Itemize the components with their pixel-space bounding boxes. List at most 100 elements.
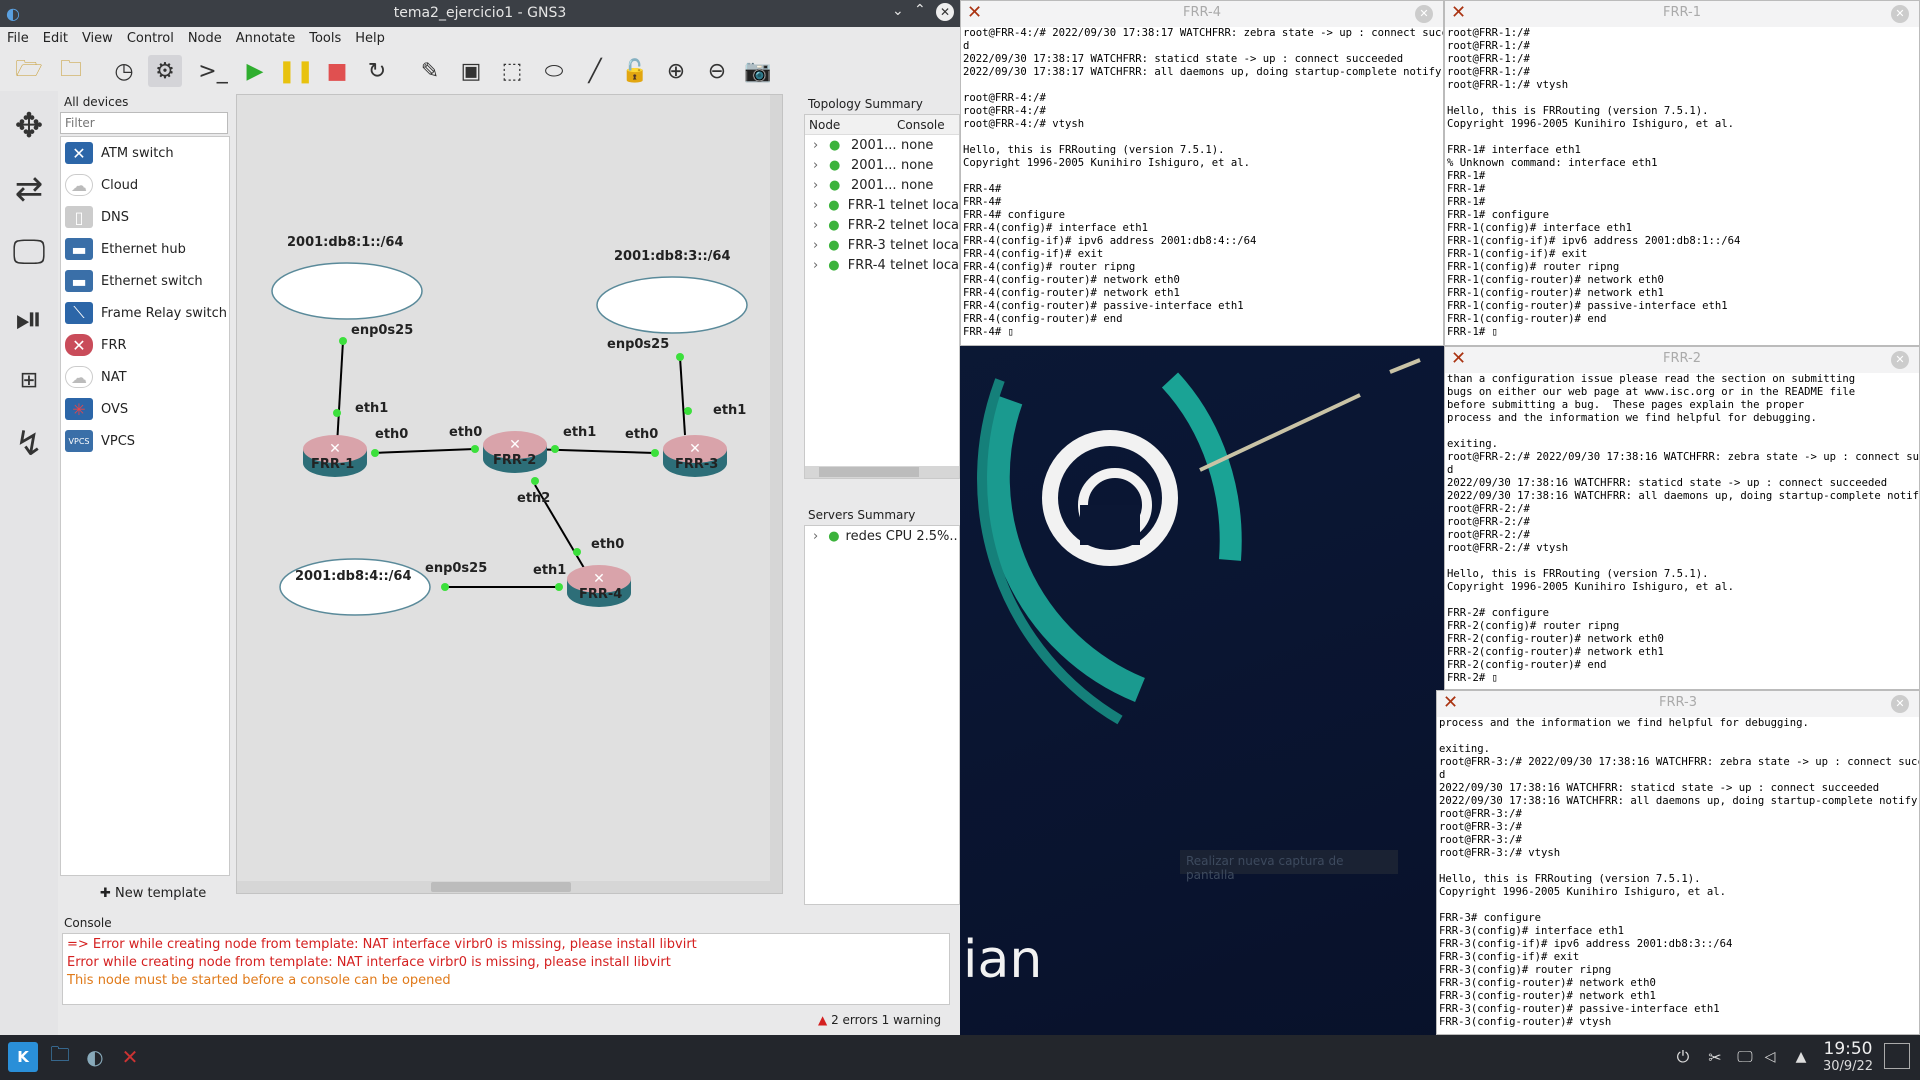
terminal-titlebar[interactable]: ✕ FRR-3 ✕ [1437, 691, 1919, 717]
table-row[interactable]: › ● 2001... none [805, 135, 959, 155]
show-desktop-icon[interactable] [1884, 1043, 1910, 1069]
menu-control[interactable]: Control [120, 27, 181, 46]
device-ovs[interactable]: ✳ OVS [61, 393, 229, 425]
draw-rectangle-icon[interactable]: ⬚ [495, 55, 529, 87]
gns3-titlebar[interactable]: ◐ tema2_ejercicio1 - GNS3 ⌄ ⌃ ✕ [0, 0, 960, 27]
terminal-frr-3[interactable]: ✕ FRR-3 ✕ process and the information we… [1436, 690, 1920, 1035]
expand-arrow-icon[interactable]: › [805, 529, 818, 544]
kde-menu-icon[interactable]: K [8, 1042, 38, 1072]
add-link-icon[interactable]: ↯ [6, 421, 52, 467]
table-row[interactable]: › ● FRR-2 telnet loca [805, 215, 959, 235]
reload-all-icon[interactable]: ↻ [360, 55, 394, 87]
menu-help[interactable]: Help [348, 27, 392, 46]
topology-canvas[interactable]: ✕ ✕ ✕ ✕ 2001:db8:1::/64 2001:db8:3::/64 … [236, 94, 783, 894]
device-atm-switch[interactable]: ✕ ATM switch [61, 137, 229, 169]
minimize-icon[interactable]: ⌄ [892, 3, 904, 19]
canvas-horizontal-scrollbar[interactable] [237, 881, 772, 893]
klipper-icon[interactable]: ✂ [1700, 1042, 1730, 1072]
console-output[interactable]: => Error while creating node from templa… [62, 933, 950, 1005]
close-icon[interactable]: ✕ [1891, 5, 1909, 23]
terminal-line: root@FRR-2:/# 2022/09/30 17:38:16 WATCHF… [1447, 451, 1920, 463]
expand-arrow-icon[interactable]: › [805, 238, 818, 253]
device-cloud[interactable]: ☁ Cloud [61, 169, 229, 201]
start-all-icon[interactable]: ▶ [238, 55, 272, 87]
zoom-in-icon[interactable]: ⊕ [659, 55, 693, 87]
error-status[interactable]: ▲ 2 errors 1 warning [818, 1013, 941, 1027]
console-all-icon[interactable]: >_ [196, 55, 230, 87]
topology-summary-scrollbar[interactable] [805, 466, 959, 478]
canvas-vertical-scrollbar[interactable] [770, 95, 782, 893]
maximize-icon[interactable]: ⌃ [914, 2, 926, 18]
menu-view[interactable]: View [75, 27, 120, 46]
clock-time[interactable]: 19:50 [1818, 1039, 1878, 1059]
server-row[interactable]: › ● redes CPU 2.5%... [805, 526, 959, 546]
menu-node[interactable]: Node [181, 27, 229, 46]
scrollbar-thumb[interactable] [431, 882, 571, 892]
close-icon[interactable]: ✕ [1891, 695, 1909, 713]
terminal-titlebar[interactable]: ✕ FRR-1 ✕ [1445, 1, 1919, 27]
gns3-icon[interactable]: ◐ [80, 1042, 110, 1072]
menu-tools[interactable]: Tools [302, 27, 348, 46]
expand-arrow-icon[interactable]: › [805, 218, 818, 233]
menu-edit[interactable]: Edit [36, 27, 75, 46]
menu-annotate[interactable]: Annotate [229, 27, 302, 46]
terminal-titlebar[interactable]: ✕ FRR-4 ✕ [961, 1, 1443, 27]
browse-end-devices-icon[interactable]: 🖵 [6, 229, 52, 275]
draw-ellipse-icon[interactable]: ⬭ [537, 55, 571, 87]
close-icon[interactable]: ✕ [1891, 351, 1909, 369]
terminal-frr-4[interactable]: ✕ FRR-4 ✕ root@FRR-4:/# 2022/09/30 17:38… [960, 0, 1444, 346]
device-frr[interactable]: ✕ FRR [61, 329, 229, 361]
xterm-icon[interactable]: ✕ [115, 1042, 145, 1072]
insert-image-icon[interactable]: ▣ [454, 55, 488, 87]
device-filter-input[interactable] [60, 112, 228, 134]
svg-text:✕: ✕ [593, 571, 605, 587]
add-note-icon[interactable]: ✎ [413, 55, 447, 87]
close-icon[interactable]: ✕ [936, 3, 954, 21]
table-row[interactable]: › ● FRR-4 telnet loca [805, 255, 959, 275]
table-row[interactable]: › ● 2001... none [805, 155, 959, 175]
clock-date[interactable]: 30/9/22 [1818, 1059, 1878, 1074]
cloud-4 [279, 558, 431, 616]
table-row[interactable]: › ● 2001... none [805, 175, 959, 195]
show-tray-icon[interactable]: ▲ [1786, 1042, 1816, 1072]
lock-icon[interactable]: 🔓 [618, 55, 652, 87]
status-green-icon: ● [828, 528, 840, 544]
terminal-frr-1[interactable]: ✕ FRR-1 ✕ root@FRR-1:/# root@FRR-1:/# root… [1444, 0, 1920, 346]
device-ethernet-switch[interactable]: ▬ Ethernet switch [61, 265, 229, 297]
scrollbar-thumb[interactable] [819, 467, 919, 477]
expand-arrow-icon[interactable]: › [805, 158, 819, 173]
volume-icon[interactable]: ◁ [1755, 1042, 1785, 1072]
device-nat[interactable]: ☁ NAT [61, 361, 229, 393]
snapshot-clock-icon[interactable]: ◷ [107, 55, 141, 87]
suspend-all-icon[interactable]: ❚❚ [278, 55, 315, 87]
open-project-icon[interactable]: 🗀 [54, 55, 88, 87]
expand-arrow-icon[interactable]: › [805, 138, 819, 153]
table-row[interactable]: › ● FRR-3 telnet loca [805, 235, 959, 255]
browse-security-icon[interactable]: ⏯ [6, 296, 52, 342]
close-icon[interactable]: ✕ [1415, 5, 1433, 23]
show-interface-labels-icon[interactable]: ⚙ [148, 55, 182, 87]
browse-routers-icon[interactable]: ✥ [6, 103, 52, 149]
terminal-frr-2[interactable]: ✕ FRR-2 ✕ than a configuration issue ple… [1444, 346, 1920, 690]
file-manager-icon[interactable]: 🗀 [45, 1042, 75, 1072]
draw-line-icon[interactable]: ╱ [578, 55, 612, 87]
browse-all-devices-icon[interactable]: ⊞ [6, 357, 52, 403]
expand-arrow-icon[interactable]: › [805, 178, 819, 193]
terminal-line: FRR-4(config-router)# network eth1 [963, 287, 1180, 299]
menu-file[interactable]: File [0, 27, 36, 46]
terminal-titlebar[interactable]: ✕ FRR-2 ✕ [1445, 347, 1919, 373]
new-project-icon[interactable]: 🗁 [12, 55, 46, 87]
screenshot-icon[interactable]: 📷 [741, 55, 775, 87]
device-ethernet-hub[interactable]: ▬ Ethernet hub [61, 233, 229, 265]
new-template-button[interactable]: ✚ New template [100, 886, 206, 901]
browse-switches-icon[interactable]: ⇄ [6, 166, 52, 212]
table-row[interactable]: › ● FRR-1 telnet loca [805, 195, 959, 215]
stop-all-icon[interactable]: ■ [320, 55, 354, 87]
device-frame-relay-switch[interactable]: ⟍ Frame Relay switch [61, 297, 229, 329]
zoom-out-icon[interactable]: ⊖ [700, 55, 734, 87]
device-dns[interactable]: ▯ DNS [61, 201, 229, 233]
expand-arrow-icon[interactable]: › [805, 258, 818, 273]
expand-arrow-icon[interactable]: › [805, 198, 818, 213]
device-vpcs[interactable]: VPCS VPCS [61, 425, 229, 457]
network-icon[interactable]: ⏻ [1668, 1042, 1698, 1072]
